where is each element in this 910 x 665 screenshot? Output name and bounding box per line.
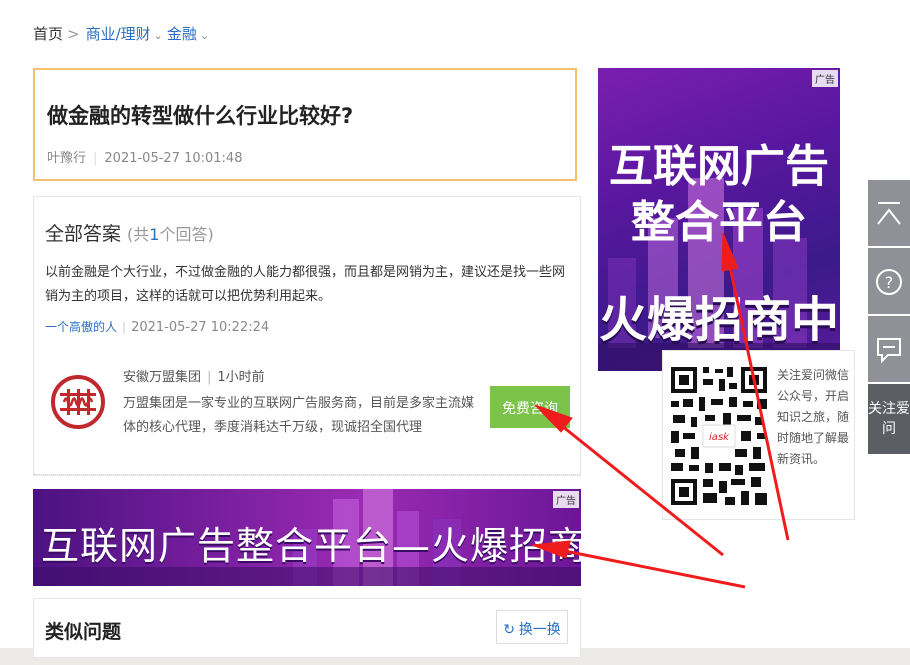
qr-code: iask (669, 365, 769, 507)
refresh-label: 换一换 (518, 621, 561, 637)
question-title: 做金融的转型做什么行业比较好? (47, 104, 354, 128)
ad-banner[interactable]: 互联网广告整合平台—火爆招商中 广告 (33, 489, 581, 586)
side-ad-line2: 整合平台 (631, 197, 807, 248)
question-card: 做金融的转型做什么行业比较好? 叶豫行 | 2021-05-27 10:01:48 (33, 68, 577, 181)
wechat-text: 关注爱问微信公众号，开启知识之旅，随时随地了解最新资讯。 (777, 368, 850, 466)
chevron-down-icon[interactable]: ⌄ (154, 29, 163, 42)
floating-toolbar: ? 关注爱问 (868, 180, 910, 454)
breadcrumb-separator: > (67, 25, 80, 43)
breadcrumb-home[interactable]: 首页 (33, 25, 63, 43)
ad-tag: 广告 (553, 491, 579, 508)
answer-author[interactable]: 一个高傲的人 (45, 320, 117, 334)
question-timestamp: 2021-05-27 10:01:48 (104, 151, 243, 166)
qr-label: iask (709, 432, 730, 443)
answers-count: (共1个回答) (127, 225, 214, 244)
answers-count-prefix: (共 (127, 225, 150, 244)
divider (34, 474, 580, 475)
chevron-down-icon[interactable]: ⌄ (200, 29, 209, 42)
advertiser-description: 万盟集团是一家专业的互联网广告服务商，目前是多家主流媒体的核心代理，季度消耗达千… (123, 396, 475, 435)
help-button[interactable]: ? (868, 248, 910, 316)
side-ad-line1: 互联网广告 (609, 141, 829, 192)
side-ad-line3: 火爆招商中 (598, 292, 839, 348)
help-icon: ? (876, 269, 902, 295)
answer-text: 以前金融是个大行业，不过做金融的人能力都很强，而且都是网销为主，建议还是找一些网… (45, 265, 566, 304)
feedback-button[interactable] (868, 316, 910, 384)
breadcrumb: 首页 > 商业/理财 ⌄ 金融 ⌄ (33, 24, 213, 46)
meta-divider: | (122, 320, 127, 334)
meta-divider: | (93, 151, 98, 166)
answer-timestamp: 2021-05-27 10:22:24 (131, 320, 270, 335)
free-consult-button[interactable]: 免费咨询 (490, 386, 570, 428)
answers-heading-label: 全部答案 (45, 223, 122, 245)
refresh-icon: ↻ (503, 621, 515, 637)
ad-banner-text: 互联网广告整合平台—火爆招商中 (41, 524, 581, 568)
wechat-popup: iask 关注爱问微信公众号，开启知识之旅，随时随地了解最新资讯。 (662, 350, 855, 520)
breadcrumb-subcategory[interactable]: 金融 (167, 25, 197, 43)
answer-meta: 一个高傲的人 | 2021-05-27 10:22:24 (45, 318, 269, 335)
breadcrumb-category[interactable]: 商业/理财 (86, 25, 151, 43)
question-meta: 叶豫行 | 2021-05-27 10:01:48 (47, 147, 242, 166)
advertiser-time: 1小时前 (217, 370, 265, 385)
answers-heading: 全部答案 (共1个回答) (45, 219, 214, 246)
similar-questions: 类似问题 ↻ 换一换 (33, 598, 581, 658)
answers-count-suffix: 个回答) (159, 225, 214, 244)
meta-divider: | (207, 370, 212, 385)
answers-count-number: 1 (149, 225, 160, 244)
side-ad[interactable]: 互联网广告 整合平台 火爆招商中 广告 (598, 68, 840, 371)
ad-tag: 广告 (812, 70, 838, 87)
advertiser-logo[interactable] (51, 375, 105, 429)
back-to-top-icon (877, 202, 901, 225)
similar-title: 类似问题 (45, 621, 122, 643)
svg-text:?: ? (885, 273, 894, 292)
feedback-icon (877, 338, 901, 364)
follow-button[interactable]: 关注爱问 (868, 384, 910, 454)
advertiser-name: 安徽万盟集团 | 1小时前 (123, 366, 265, 385)
refresh-button[interactable]: ↻ 换一换 (496, 610, 568, 644)
question-author[interactable]: 叶豫行 (47, 151, 86, 166)
advertiser-name-label[interactable]: 安徽万盟集团 (123, 370, 201, 385)
back-to-top-button[interactable] (868, 180, 910, 248)
answers-card: 全部答案 (共1个回答) 以前金融是个大行业，不过做金融的人能力都很强，而且都是网… (33, 196, 581, 476)
